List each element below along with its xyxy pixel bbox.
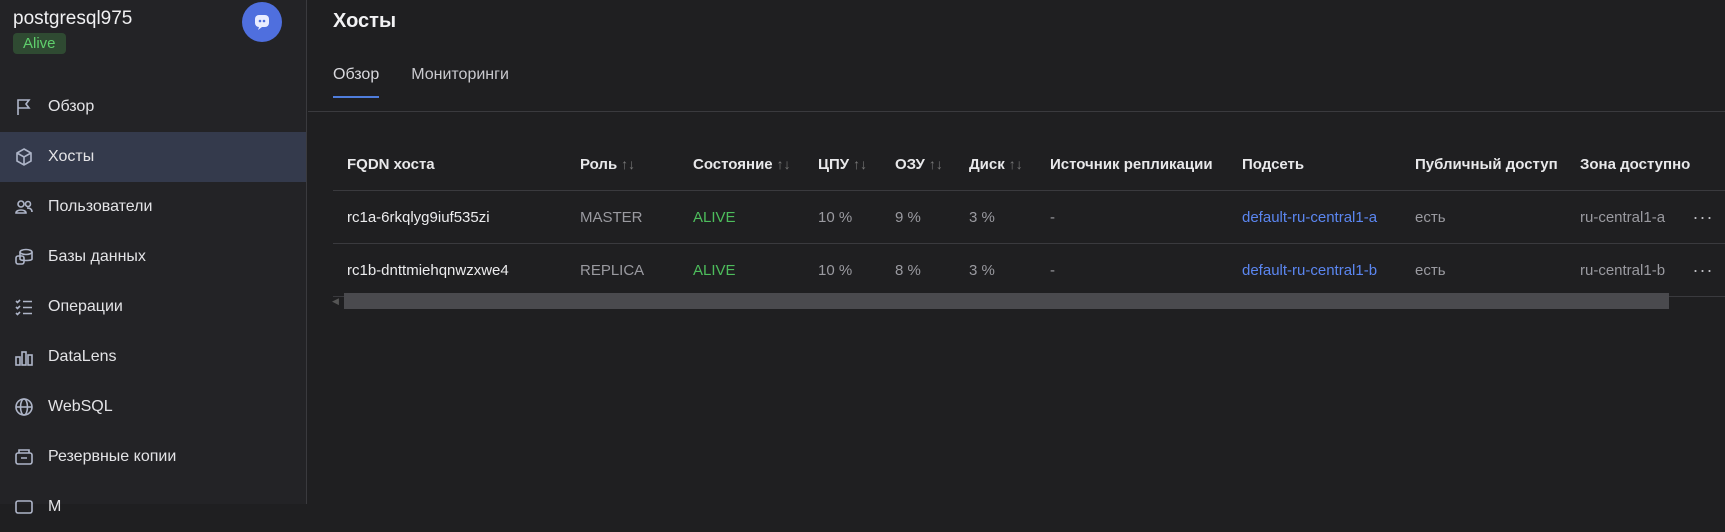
sidebar-item-label: Обзор <box>48 98 95 115</box>
host-state: ALIVE <box>693 208 736 226</box>
sort-icon[interactable]: ↑↓ <box>929 156 943 172</box>
cluster-name: postgresql975 <box>13 8 133 29</box>
column-header-public-access: Публичный доступ <box>1415 155 1558 173</box>
host-ram: 8 % <box>895 261 921 279</box>
column-header-disk[interactable]: Диск ↑↓ <box>969 138 1049 190</box>
host-cpu: 10 % <box>818 261 853 279</box>
sort-icon[interactable]: ↑↓ <box>1009 156 1023 172</box>
host-role: MASTER <box>580 208 643 226</box>
globe-icon <box>13 396 35 418</box>
backup-icon <box>13 446 35 468</box>
sort-icon[interactable]: ↑↓ <box>853 156 867 172</box>
sidebar-item-datalens[interactable]: DataLens <box>0 332 306 382</box>
sidebar-item-label: Хосты <box>48 148 95 165</box>
subnet-link[interactable]: default-ru-central1-a <box>1242 191 1412 243</box>
main-content: Хосты Обзор Мониторинги FQDN хоста Роль ↑… <box>308 0 1725 504</box>
scroll-left-icon[interactable]: ◀ <box>332 296 339 307</box>
column-header-fqdn: FQDN хоста <box>347 155 435 173</box>
sidebar-item-label: Базы данных <box>48 248 146 265</box>
tabs: Обзор Мониторинги <box>333 66 541 98</box>
other-icon <box>13 496 35 518</box>
host-disk: 3 % <box>969 261 995 279</box>
sidebar-item-databases[interactable]: Базы данных <box>0 232 306 282</box>
sidebar-nav: Обзор Хосты Пользователи Базы данных Опе… <box>0 82 306 532</box>
hosts-table: FQDN хоста Роль ↑↓ Состояние ↑↓ ЦПУ ↑↓ ОЗУ ↑… <box>333 138 1725 297</box>
table-header: FQDN хоста Роль ↑↓ Состояние ↑↓ ЦПУ ↑↓ ОЗУ ↑… <box>333 138 1725 191</box>
column-header-replication-source: Источник репликации <box>1050 155 1213 173</box>
cube-icon <box>13 146 35 168</box>
host-public-access: есть <box>1415 208 1446 226</box>
horizontal-scrollbar[interactable]: ◀ ▶ <box>332 293 1725 309</box>
row-actions-button[interactable]: ··· <box>1683 244 1723 296</box>
sidebar-item-backups[interactable]: Резервные копии <box>0 432 306 482</box>
sidebar-item-more[interactable]: М <box>0 482 306 532</box>
checklist-icon <box>13 296 35 318</box>
column-header-state[interactable]: Состояние ↑↓ <box>693 138 813 190</box>
host-replication-source: - <box>1050 208 1055 226</box>
page-title: Хосты <box>333 10 397 32</box>
sidebar-item-label: Операции <box>48 298 123 315</box>
column-header-role[interactable]: Роль ↑↓ <box>580 138 660 190</box>
sort-icon[interactable]: ↑↓ <box>777 156 791 172</box>
sidebar-item-websql[interactable]: WebSQL <box>0 382 306 432</box>
host-cpu: 10 % <box>818 208 853 226</box>
subnet-link[interactable]: default-ru-central1-b <box>1242 244 1412 296</box>
tab-monitoring[interactable]: Мониторинги <box>411 66 509 98</box>
sidebar-item-overview[interactable]: Обзор <box>0 82 306 132</box>
sidebar-item-label: Пользователи <box>48 198 153 215</box>
table-row[interactable]: rc1b-dnttmiehqnwzxwe4 REPLICA ALIVE 10 %… <box>333 244 1725 297</box>
assistant-avatar[interactable] <box>242 2 282 42</box>
databases-icon <box>13 246 35 268</box>
host-replication-source: - <box>1050 261 1055 279</box>
column-header-ram[interactable]: ОЗУ ↑↓ <box>895 138 965 190</box>
sidebar-item-hosts[interactable]: Хосты <box>0 132 306 182</box>
column-header-zone: Зона доступно <box>1580 155 1691 173</box>
sidebar-item-label: Резервные копии <box>48 448 177 465</box>
more-icon[interactable]: ··· <box>1693 260 1714 281</box>
row-actions-button[interactable]: ··· <box>1683 191 1723 243</box>
sidebar-item-label: DataLens <box>48 348 117 365</box>
users-icon <box>13 196 35 218</box>
host-role: REPLICA <box>580 261 645 279</box>
sort-icon[interactable]: ↑↓ <box>621 156 635 172</box>
tabs-divider <box>308 111 1725 112</box>
host-fqdn: rc1a-6rkqlyg9iuf535zi <box>347 208 490 226</box>
flag-icon <box>13 96 35 118</box>
host-disk: 3 % <box>969 208 995 226</box>
sidebar-item-label: М <box>48 498 62 515</box>
chat-icon <box>255 15 269 30</box>
table-row[interactable]: rc1a-6rkqlyg9iuf535zi MASTER ALIVE 10 % … <box>333 191 1725 244</box>
sidebar: postgresql975 Alive Обзор Хосты Пользова… <box>0 0 307 515</box>
sidebar-item-label: WebSQL <box>48 398 113 415</box>
host-fqdn: rc1b-dnttmiehqnwzxwe4 <box>347 261 509 279</box>
chart-icon <box>13 346 35 368</box>
sidebar-item-operations[interactable]: Операции <box>0 282 306 332</box>
host-public-access: есть <box>1415 261 1446 279</box>
status-badge: Alive <box>13 33 66 54</box>
host-ram: 9 % <box>895 208 921 226</box>
tab-overview[interactable]: Обзор <box>333 66 380 98</box>
scrollbar-thumb[interactable] <box>344 293 1669 309</box>
host-state: ALIVE <box>693 261 736 279</box>
sidebar-item-users[interactable]: Пользователи <box>0 182 306 232</box>
more-icon[interactable]: ··· <box>1693 207 1714 228</box>
column-header-cpu[interactable]: ЦПУ ↑↓ <box>818 138 888 190</box>
column-header-subnet: Подсеть <box>1242 155 1305 173</box>
